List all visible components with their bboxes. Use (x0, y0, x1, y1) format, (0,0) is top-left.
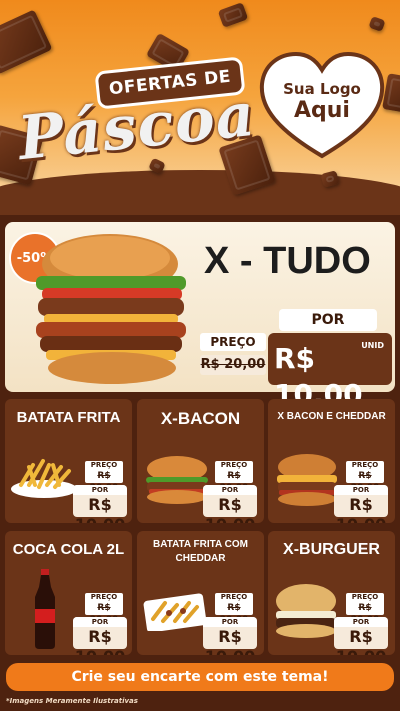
new-price: PORR$ 10,00 (73, 485, 127, 523)
chocolate-piece-icon (217, 2, 249, 28)
old-price: PREÇOR$ 20,00 (85, 593, 123, 625)
logo-placeholder[interactable]: Sua Logo Aqui (258, 80, 386, 123)
old-price: PREÇOR$ 20,00 (85, 461, 123, 493)
footnote: *Imagens Meramente Ilustrativas (6, 697, 138, 705)
featured-new-label: POR (279, 309, 377, 331)
chocolate-band (0, 170, 400, 215)
logo-line1: Sua Logo (283, 80, 361, 98)
burger-icon (276, 584, 336, 638)
new-price: PORR$ 10,00 (73, 617, 127, 655)
new-price: PORR$ 10,00 (203, 617, 257, 655)
product-name: BATATA FRITA COM CHEDDAR (153, 539, 248, 564)
logo-line2: Aqui (294, 98, 350, 123)
header-banner: OFERTAS DE Páscoa Sua Logo Aqui (0, 0, 400, 215)
product-name: COCA COLA 2L (12, 541, 125, 558)
product-name: BATATA FRITA (16, 409, 121, 426)
fries-cheddar-icon (143, 593, 207, 631)
product-name: X BACON E CHEDDAR (277, 411, 386, 422)
old-price: PREÇOR$ 20,00 (346, 593, 384, 625)
new-price: PORR$ 10,00 (203, 485, 257, 523)
product-card[interactable]: X BACON E CHEDDAR PREÇOR$ 20,00 PORR$ 10… (268, 399, 395, 523)
burger-icon (277, 454, 337, 506)
chocolate-piece-icon (0, 9, 53, 75)
featured-old-label: PREÇO (200, 333, 266, 351)
featured-old-price: PREÇO R$ 20,00 (200, 333, 266, 379)
old-price: PREÇOR$ 20,00 (215, 593, 253, 625)
old-price: PREÇOR$ 20,00 (346, 461, 384, 493)
burger-icon (146, 456, 208, 504)
burger-icon (36, 234, 186, 384)
product-name: X-BACON (160, 409, 241, 428)
fries-icon (11, 459, 77, 498)
new-price: PORR$ 10,00 (334, 617, 388, 655)
product-card[interactable]: X-BURGUER PREÇOR$ 20,00 PORR$ 10,00 (268, 531, 395, 655)
cta-button[interactable]: Crie seu encarte com este tema! (6, 663, 394, 691)
new-price: PORR$ 10,00 (334, 485, 388, 523)
product-name: X-BURGUER (283, 541, 380, 558)
featured-unit: UNID (361, 341, 384, 350)
product-card[interactable]: COCA COLA 2L PREÇOR$ 20,00 PORR$ 10,00 (5, 531, 132, 655)
old-price: PREÇOR$ 20,00 (215, 461, 253, 493)
soda-bottle-icon (35, 569, 55, 649)
featured-name: X - TUDO (204, 240, 371, 282)
product-card[interactable]: BATATA FRITA PREÇOR$ 20,00 PORR$ 10,00 (5, 399, 132, 523)
chocolate-piece-icon (368, 15, 386, 33)
featured-old-value: R$ 20,00 (200, 355, 266, 375)
featured-new-price-box: R$ 10,00 UNID (268, 333, 392, 411)
product-card[interactable]: X-BACON PREÇOR$ 20,00 PORR$ 10,00 (137, 399, 264, 523)
product-card[interactable]: BATATA FRITA COM CHEDDAR PREÇOR$ 20,00 P… (137, 531, 264, 655)
